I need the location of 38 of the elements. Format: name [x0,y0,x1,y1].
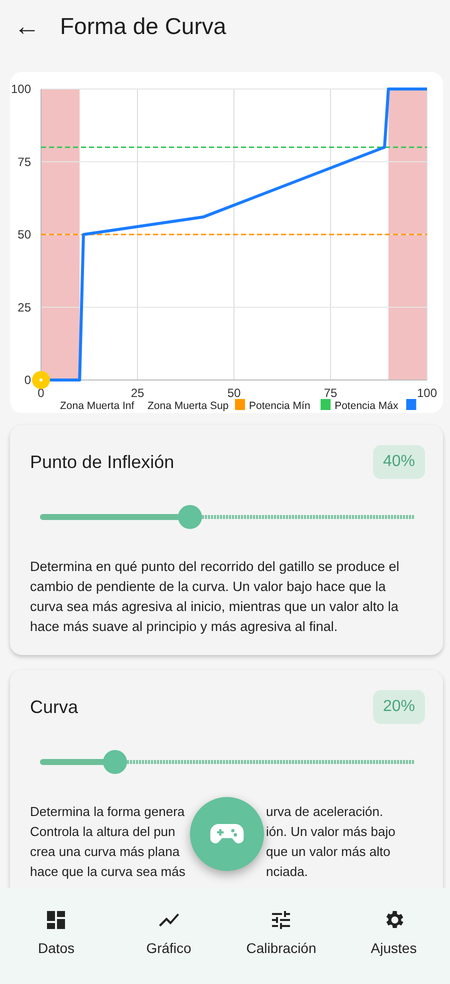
nav-tab[interactable]: Calibración [225,888,338,984]
description-text: urva de aceleración. [266,803,384,821]
legend-label: Potencia Máx [334,400,398,412]
x-tick-label: 50 [227,386,241,400]
slider[interactable] [40,750,415,774]
description-text: crea una curva más plana [30,843,181,861]
description-text: Determina la forma genera [30,803,186,821]
handle-icon[interactable] [32,371,50,389]
y-tick-label: 100 [10,82,31,96]
y-tick-label: 50 [18,228,31,242]
description-text: ión. Un valor más bajo [266,823,396,841]
slider-thumb[interactable] [103,750,127,774]
nav-tab[interactable]: Gráfico [112,888,225,984]
nav-tab[interactable]: Datos [0,888,112,984]
legend-label: Zona Muerta Inf [60,400,134,412]
description-text: hace que la curva sea más [30,863,186,881]
y-tick-label: 25 [18,300,31,314]
description-text: nciada. [266,863,308,881]
description-text: que un valor más alto [266,843,390,861]
page-title: Forma de Curva [60,12,226,40]
x-tick-label: 25 [130,386,144,400]
y-tick-label: 0 [24,373,31,387]
value-badge: 20% [372,690,425,724]
legend-label: Zona Muerta Sup [148,400,229,412]
slider-thumb[interactable] [178,505,202,529]
description-text: Determina en qué punto del recorrido del gatillo se produce el cambio de pendiente de la curva. Un valor bajo hace que la curva sea más agresiva al inicio, mientras que un valor alto la hace más suave al principio y más agresiva al final. [30,558,400,636]
value-badge: 40% [372,445,425,479]
nav-tab[interactable]: Ajustes [338,888,450,984]
setting-title: Punto de Inflexión [30,452,174,472]
description-text: Controla la altura del pun [30,823,176,841]
y-tick-label: 75 [18,154,31,169]
legend-label: Potencia Mín [249,400,310,412]
slider[interactable] [40,505,415,529]
back-button[interactable]: ← [14,13,40,39]
x-tick-label: 0 [38,386,44,400]
setting-title: Curva [30,696,78,718]
x-tick-label: 100 [416,386,438,400]
x-tick-label: 75 [324,386,338,400]
